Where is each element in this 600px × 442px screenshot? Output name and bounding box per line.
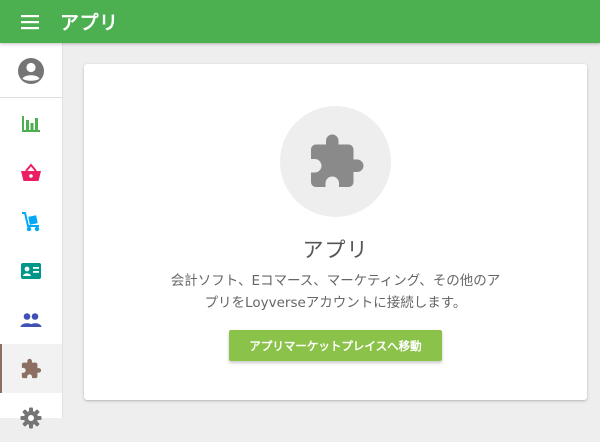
sidebar-item-sales[interactable] bbox=[0, 148, 62, 197]
sidebar-item-account[interactable] bbox=[0, 46, 62, 95]
hand-truck-icon bbox=[22, 211, 40, 231]
sidebar-divider bbox=[0, 97, 62, 98]
people-icon bbox=[20, 312, 42, 327]
card-description-line: 会計ソフト、Eコマース、マーケティング、その他のア bbox=[170, 273, 501, 289]
sidebar-item-reports[interactable] bbox=[0, 99, 62, 148]
card-description: 会計ソフト、Eコマース、マーケティング、その他のア プリをLoyverseアカウ… bbox=[154, 270, 517, 314]
card-description-line: プリをLoyverseアカウントに接続します。 bbox=[204, 295, 467, 311]
top-app-bar: アプリ bbox=[0, 0, 600, 43]
sidebar-item-customers[interactable] bbox=[0, 295, 62, 344]
id-card-icon bbox=[21, 262, 41, 279]
hamburger-menu-icon[interactable] bbox=[18, 10, 42, 34]
puzzle-piece-icon bbox=[310, 134, 363, 187]
go-to-marketplace-button[interactable]: アプリマーケットプレイスへ移動 bbox=[229, 330, 442, 361]
account-circle-icon bbox=[18, 57, 44, 84]
puzzle-icon-circle bbox=[280, 106, 391, 217]
card-title: アプリ bbox=[302, 238, 369, 262]
shopping-basket-icon bbox=[21, 162, 41, 181]
bar-chart-icon bbox=[22, 115, 40, 132]
apps-card: アプリ 会計ソフト、Eコマース、マーケティング、その他のア プリをLoyvers… bbox=[84, 64, 587, 400]
sidebar-item-employees[interactable] bbox=[0, 246, 62, 295]
sidebar-item-apps[interactable] bbox=[0, 344, 62, 393]
sidebar bbox=[0, 43, 63, 428]
sidebar-item-inventory[interactable] bbox=[0, 197, 62, 246]
puzzle-piece-icon bbox=[21, 358, 42, 378]
page-title: アプリ bbox=[60, 12, 119, 34]
